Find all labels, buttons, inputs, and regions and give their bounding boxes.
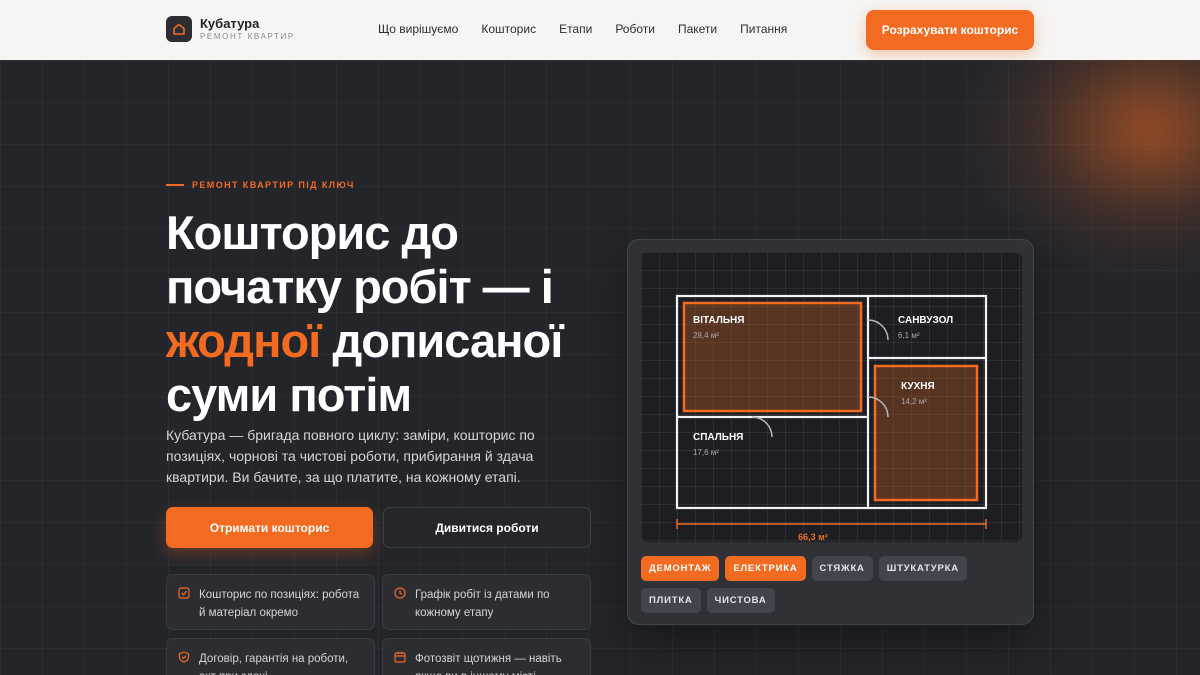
feature-text: Кошторис по позиціях: робота й матеріал … [199, 589, 360, 619]
headline-part-1: Кошторис до початку робіт — і [166, 206, 554, 313]
nav-link-problems[interactable]: Що вирішуємо [378, 22, 458, 36]
room-area-bedroom: 17,6 м² [693, 448, 719, 457]
stage-tags: ДЕМОНТАЖ ЕЛЕКТРИКА СТЯЖКА ШТУКАТУРКА ПЛИ… [641, 556, 1026, 613]
feature-text: Графік робіт із датами по кожному етапу [415, 589, 550, 619]
nav-link-faq[interactable]: Питання [740, 22, 787, 36]
room-label-bedroom: СПАЛЬНЯ [693, 432, 743, 443]
feature-card: Кошторис по позиціях: робота й матеріал … [166, 574, 375, 630]
main-nav: Що вирішуємо Кошторис Етапи Роботи Пакет… [378, 22, 810, 36]
feature-card: Фотозвіт щотижня — навіть якщо ви в іншо… [382, 638, 591, 675]
clock-icon [394, 587, 406, 599]
get-estimate-button[interactable]: Отримати кошторис [166, 507, 373, 548]
checklist-icon [178, 587, 190, 599]
shield-icon [178, 651, 190, 663]
hero-headline: Кошторис до початку робіт — і жодної доп… [166, 206, 606, 422]
hero-eyebrow: РЕМОНТ КВАРТИР ПІД КЛЮЧ [166, 180, 355, 190]
stage-tag-plastering[interactable]: ШТУКАТУРКА [878, 556, 967, 581]
site-header: Кубатура РЕМОНТ КВАРТИР Що вирішуємо Кош… [0, 0, 1200, 60]
room-area-kitchen: 14,2 м² [901, 397, 927, 406]
door-arc [867, 319, 889, 341]
home-logo-icon[interactable] [166, 16, 192, 42]
stage-tag-screed[interactable]: СТЯЖКА [811, 556, 873, 581]
hero-lead: Кубатура — бригада повного циклу: заміри… [166, 427, 535, 485]
floor-plan-drawing: ВІТАЛЬНЯ 28,4 м² САНВУЗОЛ 6,1 м² КУХНЯ 1… [675, 294, 988, 542]
view-works-button[interactable]: Дивитися роботи [383, 507, 591, 548]
nav-link-packages[interactable]: Пакети [678, 22, 717, 36]
eyebrow-line [166, 184, 184, 186]
room-area-living: 28,4 м² [693, 331, 719, 340]
nav-link-stages[interactable]: Етапи [559, 22, 592, 36]
total-area-label: 66,3 м² [798, 532, 828, 542]
room-label-kitchen: КУХНЯ [901, 381, 935, 392]
room-label-living: ВІТАЛЬНЯ [693, 315, 744, 326]
feature-card: Графік робіт із датами по кожному етапу [382, 574, 591, 630]
stage-tag-demolition[interactable]: ДЕМОНТАЖ [641, 556, 720, 581]
brand-name[interactable]: Кубатура [200, 16, 259, 31]
brand-tagline: РЕМОНТ КВАРТИР [200, 32, 295, 41]
nav-link-works[interactable]: Роботи [615, 22, 655, 36]
door-arc [751, 416, 773, 438]
feature-text: Договір, гарантія на роботи, акт при зда… [199, 653, 349, 675]
room-area-bathroom: 6,1 м² [898, 331, 920, 340]
stage-tag-tiling[interactable]: ПЛИТКА [641, 588, 701, 613]
stage-tag-electrical[interactable]: ЕЛЕКТРИКА [725, 556, 806, 581]
headline-accent: жодної [166, 314, 321, 367]
feature-text: Фотозвіт щотижня — навіть якщо ви в іншо… [415, 653, 562, 675]
floor-plan: ВІТАЛЬНЯ 28,4 м² САНВУЗОЛ 6,1 м² КУХНЯ 1… [641, 252, 1022, 542]
nav-link-estimate[interactable]: Кошторис [481, 22, 536, 36]
stage-tag-finishing[interactable]: ЧИСТОВА [706, 588, 775, 613]
eyebrow-text: РЕМОНТ КВАРТИР ПІД КЛЮЧ [192, 180, 355, 190]
calendar-icon [394, 651, 406, 663]
room-label-bathroom: САНВУЗОЛ [898, 315, 953, 326]
floor-plan-card: ВІТАЛЬНЯ 28,4 м² САНВУЗОЛ 6,1 м² КУХНЯ 1… [627, 239, 1034, 625]
feature-card: Договір, гарантія на роботи, акт при зда… [166, 638, 375, 675]
calculate-estimate-button[interactable]: Розрахувати кошторис [866, 10, 1034, 50]
